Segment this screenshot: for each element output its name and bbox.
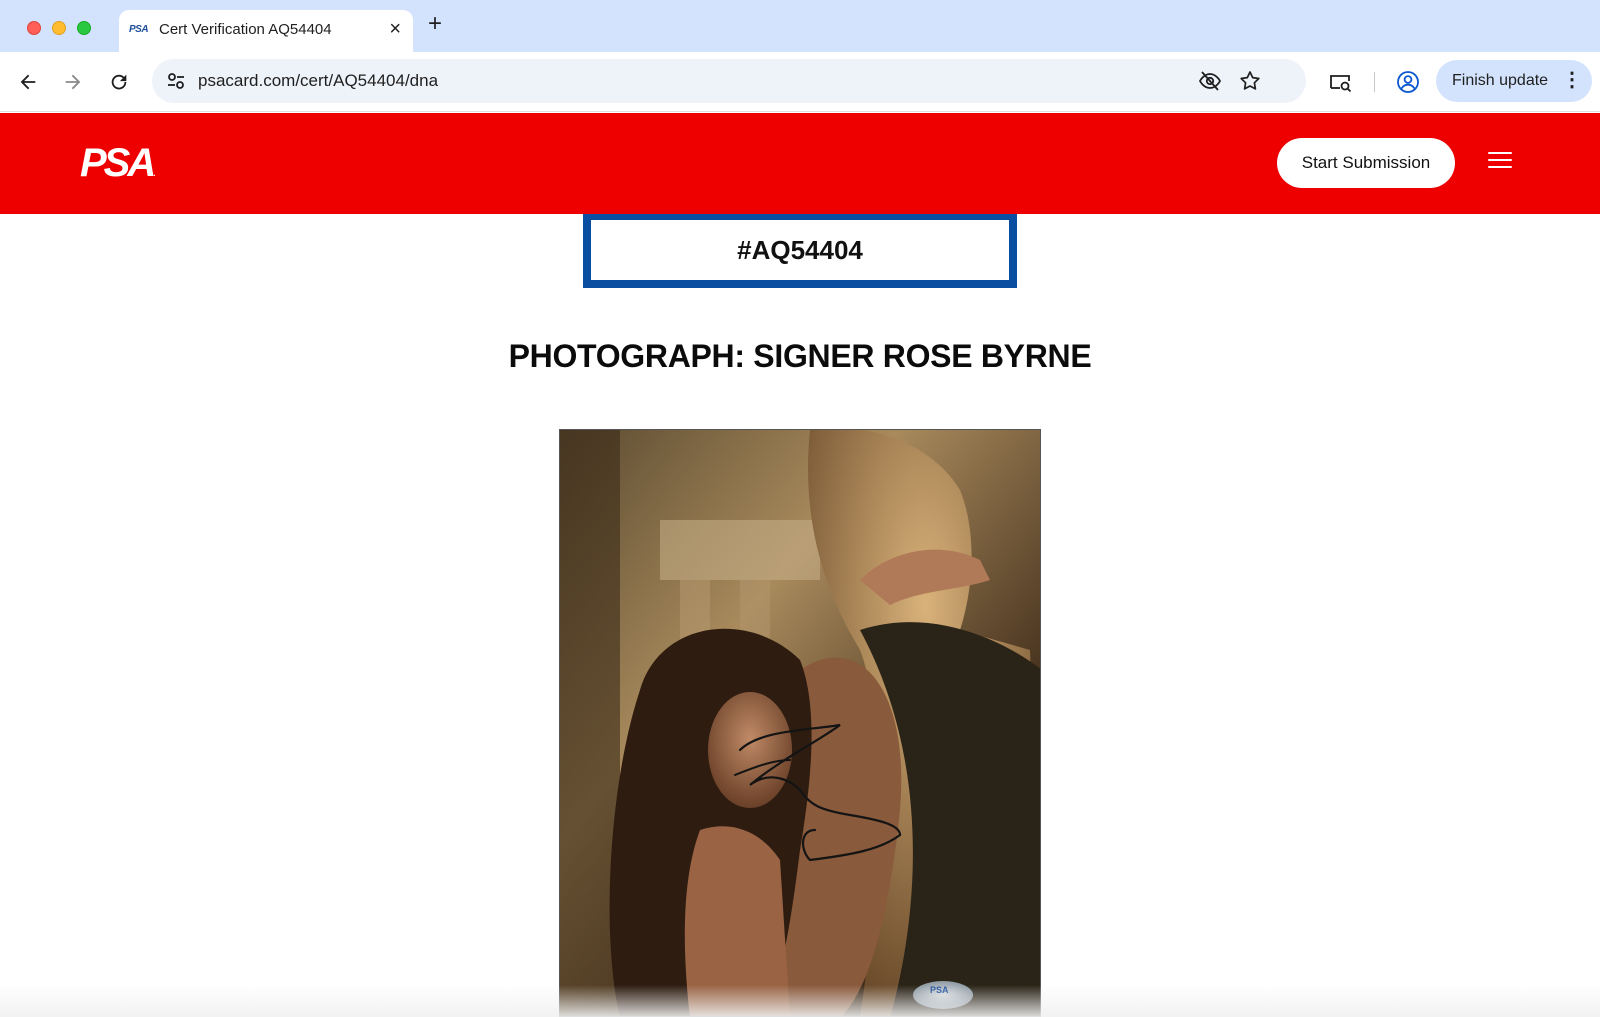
active-tab[interactable]: PSA Cert Verification AQ54404 ×	[119, 10, 413, 52]
signed-photograph[interactable]: PSA	[559, 429, 1041, 1017]
new-tab-button[interactable]: +	[428, 12, 442, 36]
close-icon[interactable]: ×	[389, 19, 401, 39]
maximize-window-button[interactable]	[77, 21, 91, 35]
back-arrow-icon[interactable]	[14, 68, 42, 96]
minimize-window-button[interactable]	[52, 21, 66, 35]
psa-favicon-icon: PSA	[129, 24, 149, 35]
browser-tabstrip: PSA Cert Verification AQ54404 × +	[0, 0, 1600, 52]
url-text[interactable]: psacard.com/cert/AQ54404/dna	[198, 71, 438, 91]
cert-number-box: #AQ54404	[583, 214, 1017, 288]
account-circle-icon[interactable]	[1395, 69, 1421, 95]
site-header: PSA. Start Submission	[0, 113, 1600, 214]
tab-title: Cert Verification AQ54404	[159, 21, 332, 38]
eye-off-icon[interactable]	[1198, 69, 1222, 93]
start-submission-button[interactable]: Start Submission	[1277, 138, 1455, 188]
cast-search-icon[interactable]	[1327, 69, 1353, 95]
hamburger-menu-icon[interactable]	[1488, 152, 1512, 172]
photograph-image	[560, 430, 1040, 1016]
cert-number: #AQ54404	[737, 234, 863, 265]
browser-toolbar: psacard.com/cert/AQ54404/dna Finish upda…	[0, 52, 1600, 112]
item-title: PHOTOGRAPH: SIGNER ROSE BYRNE	[508, 338, 1092, 374]
tune-icon[interactable]	[162, 67, 190, 95]
more-vert-icon[interactable]: ⋮	[1562, 68, 1582, 92]
psa-hologram-label: PSA	[930, 985, 949, 995]
psa-logo[interactable]: PSA.	[80, 141, 156, 186]
reload-icon[interactable]	[105, 68, 133, 96]
finish-update-label: Finish update	[1452, 72, 1549, 89]
forward-arrow-icon[interactable]	[59, 68, 87, 96]
star-icon[interactable]	[1238, 69, 1262, 93]
close-window-button[interactable]	[27, 21, 41, 35]
finish-update-button[interactable]: Finish update ⋮	[1436, 60, 1592, 102]
address-bar[interactable]: psacard.com/cert/AQ54404/dna	[152, 59, 1306, 103]
toolbar-separator	[1374, 72, 1375, 92]
logo-text: PSA	[80, 141, 156, 185]
